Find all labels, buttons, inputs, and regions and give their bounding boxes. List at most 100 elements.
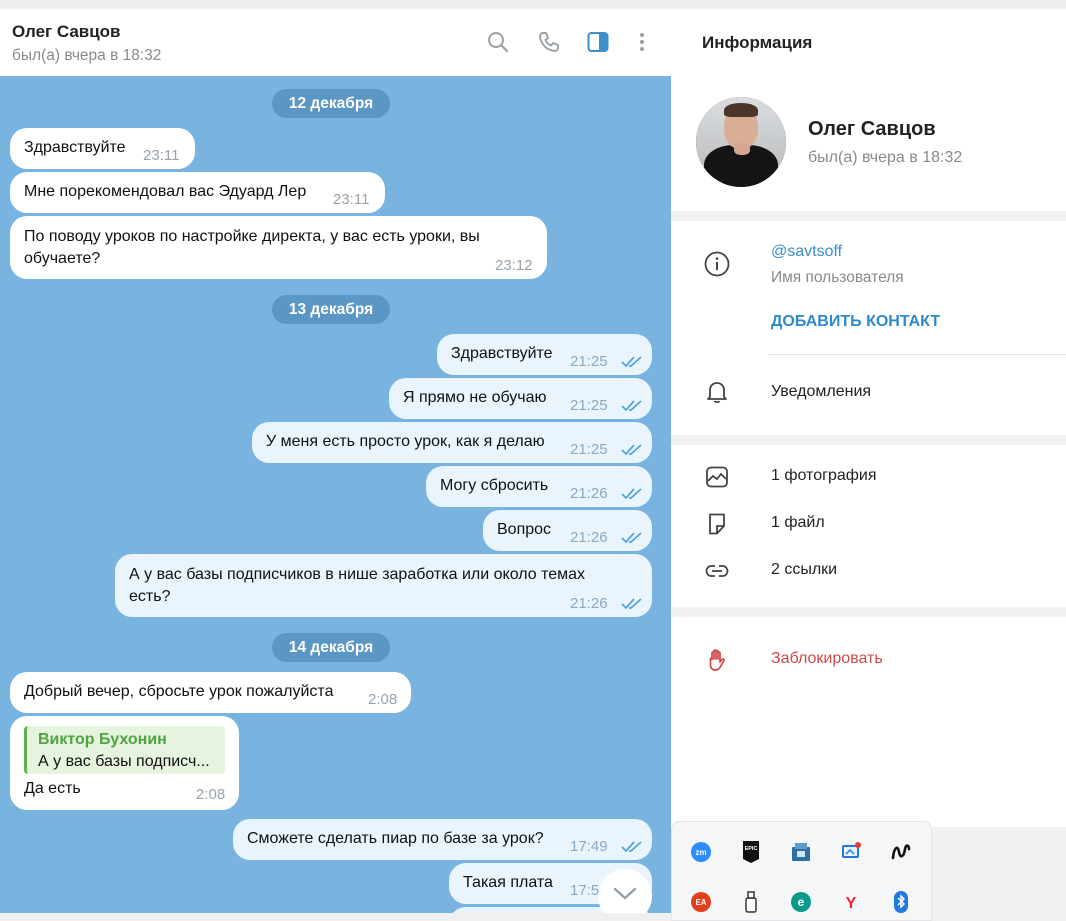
chat-contact-name[interactable]: Олег Савцов — [12, 22, 121, 42]
photo-icon — [704, 464, 730, 490]
svg-text:e: e — [798, 895, 805, 909]
system-tray-overflow: zm EPIC EA e Y — [671, 821, 932, 921]
message-text: Мне порекомендовал вас Эдуард Лер — [24, 183, 307, 200]
shared-media-card: 1 фотография 1 файл 2 ссылки — [671, 445, 1066, 607]
message-outgoing[interactable]: Могу сбросить 21:26 — [426, 466, 652, 507]
chevron-down-icon — [613, 887, 637, 900]
read-ticks-icon — [621, 400, 642, 412]
block-card: Заблокировать — [671, 617, 1066, 827]
sidebar-toggle-icon[interactable] — [585, 29, 611, 55]
profile-card: Информация Олег Савцов был(а) вчера в 18… — [671, 9, 1066, 211]
message-text: Сможете сделать пиар по базе за урок? — [247, 830, 544, 847]
chat-panel: Олег Савцов был(а) вчера в 18:32 12 дека… — [0, 9, 671, 913]
avatar[interactable] — [696, 97, 786, 187]
reply-quote[interactable]: Виктор Бухонин А у вас базы подписч... — [24, 726, 225, 774]
message-time: 2:08 — [196, 786, 226, 803]
message-time: 21:25 — [570, 353, 608, 370]
yandex-browser-icon[interactable]: Y — [839, 890, 863, 914]
username-label: Имя пользователя — [771, 269, 904, 286]
info-icon — [704, 251, 730, 277]
message-time: 21:26 — [570, 529, 608, 546]
file-icon — [704, 511, 730, 537]
reply-author: Виктор Бухонин — [38, 731, 167, 748]
shared-links-link[interactable]: 2 ссылки — [771, 561, 837, 579]
message-text: Вопрос — [497, 521, 552, 538]
message-outgoing[interactable]: А у вас базы подписчиков в нише заработк… — [115, 554, 652, 617]
chat-header[interactable]: Олег Савцов был(а) вчера в 18:32 — [0, 9, 671, 76]
search-icon[interactable] — [485, 29, 511, 55]
shared-photos-link[interactable]: 1 фотография — [771, 467, 877, 485]
notifications-setting[interactable]: Уведомления — [771, 383, 871, 401]
read-ticks-icon — [621, 598, 642, 610]
message-text: Здравствуйте — [451, 345, 553, 362]
ea-icon[interactable]: EA — [689, 890, 713, 914]
bell-icon — [704, 379, 730, 405]
phone-icon[interactable] — [536, 29, 562, 55]
message-text: Да есть — [24, 780, 81, 797]
message-incoming-reply[interactable]: Виктор Бухонин А у вас базы подписч... Д… — [10, 716, 239, 810]
notion-icon[interactable] — [889, 840, 913, 864]
message-time: 23:12 — [495, 257, 533, 274]
message-text: Могу сбросить — [440, 477, 549, 494]
message-incoming[interactable]: Добрый вечер, сбросьте урок пожалуйста 2… — [10, 672, 411, 713]
message-incoming[interactable]: Здравствуйте 23:11 — [10, 128, 195, 169]
message-time: 21:26 — [570, 485, 608, 502]
eset-icon[interactable]: e — [789, 890, 813, 914]
message-time: 21:25 — [570, 397, 608, 414]
message-text: Добрый вечер, сбросьте урок пожалуйста — [24, 683, 334, 700]
network-drive-icon[interactable] — [789, 840, 813, 864]
message-outgoing[interactable]: Я прямо не обучаю 21:25 — [389, 378, 652, 419]
message-time: 23:11 — [143, 147, 180, 164]
bluetooth-icon[interactable] — [889, 890, 913, 914]
message-outgoing[interactable]: У меня есть просто урок, как я делаю 21:… — [252, 422, 652, 463]
svg-text:Y: Y — [846, 895, 857, 912]
info-panel-title: Информация — [702, 33, 813, 52]
message-incoming[interactable]: Мне порекомендовал вас Эдуард Лер 23:11 — [10, 172, 385, 213]
message-text: Такая плата — [463, 874, 553, 891]
epic-games-icon[interactable]: EPIC — [739, 840, 763, 864]
reply-text: А у вас базы подписч... — [38, 753, 210, 770]
message-time: 23:11 — [333, 191, 370, 208]
date-separator: 14 декабря — [272, 633, 390, 662]
profile-status: был(а) вчера в 18:32 — [808, 149, 963, 166]
username-link[interactable]: @savtsoff — [771, 243, 842, 261]
message-line: А у вас базы подписчиков в нише заработк… — [129, 566, 586, 583]
message-line: обучаете? — [24, 250, 101, 267]
message-text: По поводу уроков по настройке директа, у… — [24, 226, 480, 270]
block-user-button[interactable]: Заблокировать — [771, 650, 883, 668]
shared-files-link[interactable]: 1 файл — [771, 514, 825, 532]
message-text: У меня есть просто урок, как я делаю — [266, 433, 545, 450]
more-vertical-icon[interactable] — [629, 29, 655, 55]
svg-text:EPIC: EPIC — [745, 846, 758, 852]
read-ticks-icon — [621, 841, 642, 853]
message-time: 21:26 — [570, 595, 608, 612]
read-ticks-icon — [621, 444, 642, 456]
date-separator: 13 декабря — [272, 295, 390, 324]
message-time: 21:25 — [570, 441, 608, 458]
message-line: По поводу уроков по настройке директа, у… — [24, 228, 480, 245]
read-ticks-icon — [621, 488, 642, 500]
read-ticks-icon — [621, 532, 642, 544]
zoom-icon[interactable]: zm — [689, 840, 713, 864]
message-time: 17:49 — [570, 838, 608, 855]
message-list[interactable]: 12 декабря Здравствуйте 23:11 Мне пореко… — [0, 76, 671, 913]
add-contact-button[interactable]: ДОБАВИТЬ КОНТАКТ — [771, 313, 940, 331]
hand-stop-icon — [704, 647, 730, 673]
message-outgoing[interactable]: Сможете сделать пиар по базе за урок? 17… — [233, 819, 652, 860]
read-ticks-icon — [621, 356, 642, 368]
svg-text:EA: EA — [695, 898, 706, 907]
usb-drive-icon[interactable] — [739, 890, 763, 914]
svg-text:zm: zm — [695, 848, 706, 857]
info-panel: Информация Олег Савцов был(а) вчера в 18… — [671, 9, 1066, 913]
link-icon — [704, 558, 730, 584]
message-line: есть? — [129, 588, 171, 605]
date-separator: 12 декабря — [272, 89, 390, 118]
profile-name: Олег Савцов — [808, 118, 936, 140]
divider — [768, 354, 1066, 355]
message-incoming[interactable]: По поводу уроков по настройке директа, у… — [10, 216, 547, 279]
contact-info-card: @savtsoff Имя пользователя ДОБАВИТЬ КОНТ… — [671, 221, 1066, 435]
message-outgoing[interactable]: Здравствуйте 21:25 — [437, 334, 652, 375]
message-text: Я прямо не обучаю — [403, 389, 547, 406]
message-outgoing[interactable]: Вопрос 21:26 — [483, 510, 652, 551]
remote-desktop-icon[interactable] — [839, 840, 863, 864]
